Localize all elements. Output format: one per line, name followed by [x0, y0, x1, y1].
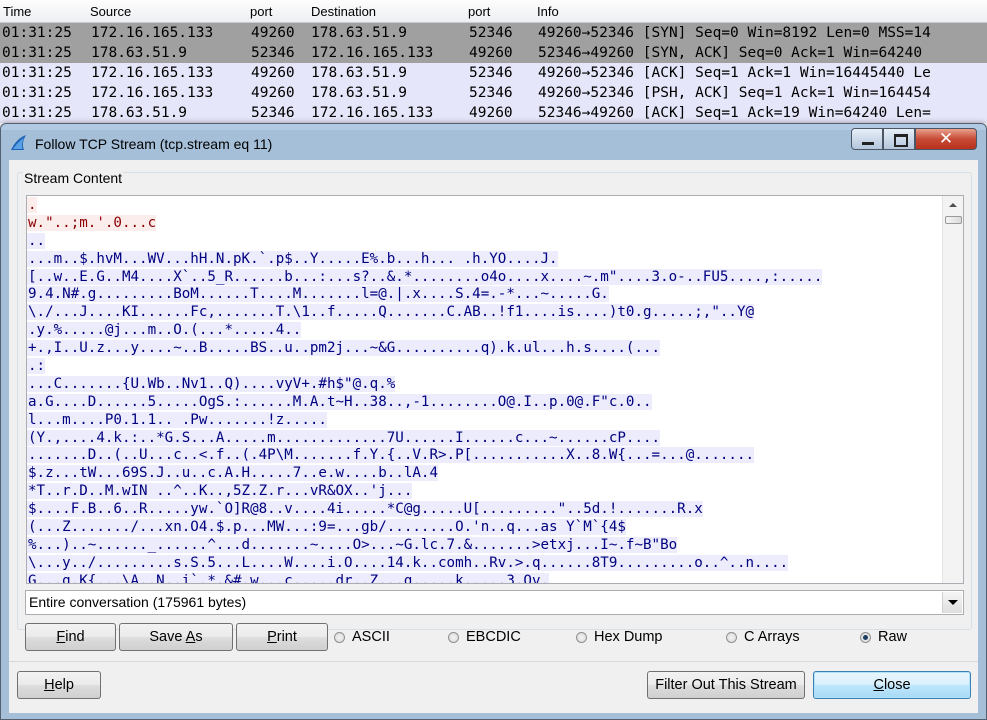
column-destination[interactable]: Destination: [311, 4, 376, 19]
column-destination-port[interactable]: port: [468, 4, 490, 19]
packet-destination-port: 49260: [469, 45, 513, 61]
stream-line-client: w."..;m.'.0...c: [27, 214, 157, 231]
packet-info: 49260→52346 [SYN] Seq=0 Win=8192 Len=0 M…: [538, 25, 931, 41]
packet-destination: 178.63.51.9: [311, 25, 408, 41]
packet-source-port: 49260: [251, 65, 295, 81]
column-source[interactable]: Source: [90, 4, 131, 19]
packet-destination: 172.16.165.133: [311, 105, 434, 121]
packet-destination-port: 52346: [469, 85, 513, 101]
radio-circle[interactable]: [576, 632, 587, 643]
stream-line-server: a.G....D......5.....OgS.:......M.A.t~H..…: [27, 393, 652, 410]
packet-row[interactable]: 01:31:25 178.63.51.9 52346 172.16.165.133 49…: [0, 43, 987, 63]
dropdown-arrow-icon[interactable]: [942, 592, 962, 613]
save-as-button[interactable]: Save As: [119, 623, 233, 651]
packet-source-port: 52346: [251, 45, 295, 61]
packet-info: 49260→52346 [ACK] Seq=1 Ack=1 Win=164454…: [538, 65, 931, 81]
scroll-up-arrow-icon[interactable]: [943, 196, 963, 214]
dialog-client-area: Stream Content . w."..;m.'.0...c.. ...m..$…: [9, 160, 978, 713]
stream-line-server: %...)..~......_......^...d.......~....O>…: [27, 536, 678, 553]
stream-line-client: .: [27, 197, 37, 213]
packet-destination-port: 49260: [469, 105, 513, 121]
packet-source-port: 49260: [251, 25, 295, 41]
stream-line-server: \./...J....KI......Fc,.......T.\1..f....…: [27, 304, 755, 321]
packet-destination-port: 52346: [469, 65, 513, 81]
stream-line-server: l...m....P0.1.1.. .Pw.......!z.....: [27, 411, 327, 428]
filter-out-stream-button[interactable]: Filter Out This Stream: [647, 671, 805, 699]
stream-line-server: *T..r.D..M.wIN ..^..K..,5Z.Z.r...vR&OX..…: [27, 483, 413, 500]
conversation-select-value: Entire conversation (175961 bytes): [29, 594, 247, 610]
packet-source-port: 49260: [251, 85, 295, 101]
close-button[interactable]: Close: [813, 671, 971, 699]
packet-list: Time Source port Destination port Info 0…: [0, 0, 987, 130]
packet-time: 01:31:25: [2, 85, 72, 101]
packet-row[interactable]: 01:31:25 172.16.165.133 49260 178.63.51.9 52…: [0, 23, 987, 43]
packet-list-header: Time Source port Destination port Info: [0, 0, 987, 23]
column-source-port[interactable]: port: [250, 4, 272, 19]
radio-circle[interactable]: [726, 632, 737, 643]
packet-row[interactable]: 01:31:25 172.16.165.133 49260 178.63.51.9 52…: [0, 83, 987, 103]
stream-line-server: ...m..$.hvM...WV...hH.N.pK.`.p$..Y.....E…: [27, 250, 558, 267]
stream-line-server: +.,I..U.z...y....~..B.....BS..u..pm2j...…: [27, 340, 661, 357]
stream-content-text[interactable]: . w."..;m.'.0...c.. ...m..$.hvM...WV...hH.…: [26, 195, 964, 584]
packet-time: 01:31:25: [2, 65, 72, 81]
stream-line-server: ..: [27, 232, 46, 249]
stream-line-server: \...y../.........s.S.5...L....W....i.O..…: [27, 554, 789, 571]
packet-destination: 178.63.51.9: [311, 65, 408, 81]
title-bar[interactable]: Follow TCP Stream (tcp.stream eq 11) ✕: [1, 124, 986, 160]
column-info[interactable]: Info: [537, 4, 559, 19]
radio-circle[interactable]: [334, 632, 345, 643]
packet-destination-port: 52346: [469, 25, 513, 41]
packet-destination: 178.63.51.9: [311, 85, 408, 101]
find-button[interactable]: Find: [25, 623, 116, 651]
packet-row[interactable]: 01:31:25 172.16.165.133 49260 178.63.51.9 52…: [0, 63, 987, 83]
vertical-scrollbar[interactable]: [942, 196, 963, 583]
stream-line-server: .......D..(..U...c..<.f..(.4P\M.......f.…: [27, 447, 755, 464]
packet-source: 172.16.165.133: [91, 65, 214, 81]
packet-time: 01:31:25: [2, 25, 72, 41]
packet-info: 52346→49260 [SYN, ACK] Seq=0 Ack=1 Win=6…: [538, 45, 923, 61]
packet-time: 01:31:25: [2, 105, 72, 121]
packet-source: 172.16.165.133: [91, 25, 214, 41]
stream-line-server: [..w..E.G..M4....X`..5_R......b...:...s?…: [27, 268, 823, 285]
dialog-title: Follow TCP Stream (tcp.stream eq 11): [35, 136, 273, 152]
stream-line-server: (...Z......./...xn.O4.$.p...MW...:9=...g…: [27, 519, 626, 536]
stream-line-server: G...g.K{...\A..N..i`.*.&#.w...c.....dr..…: [27, 572, 941, 583]
packet-source: 178.63.51.9: [91, 105, 188, 121]
radio-circle[interactable]: [448, 632, 459, 643]
packet-time: 01:31:25: [2, 45, 72, 61]
column-time[interactable]: Time: [3, 4, 31, 19]
conversation-select[interactable]: Entire conversation (175961 bytes): [25, 590, 964, 615]
print-button[interactable]: Print: [236, 623, 328, 651]
help-button[interactable]: Help: [17, 671, 101, 699]
packet-info: 52346→49260 [ACK] Seq=1 Ack=19 Win=64240…: [538, 105, 931, 121]
packet-source: 178.63.51.9: [91, 45, 188, 61]
packet-source-port: 52346: [251, 105, 295, 121]
scrollbar-thumb[interactable]: [945, 216, 962, 224]
maximize-button[interactable]: [883, 128, 915, 150]
separator: [9, 661, 978, 662]
window-close-button[interactable]: ✕: [915, 128, 977, 150]
stream-content-label: Stream Content: [23, 170, 124, 186]
follow-tcp-stream-dialog: Follow TCP Stream (tcp.stream eq 11) ✕ S…: [0, 123, 987, 720]
stream-line-server: ...C.......{U.Wb..Nv1..Q)....vyV+.#h$"@.…: [27, 375, 396, 392]
stream-line-server: (Y.,....4.k.:..*G.S...A.....m...........…: [27, 429, 661, 446]
stream-line-server: .:: [27, 358, 46, 375]
packet-source: 172.16.165.133: [91, 85, 214, 101]
wireshark-fin-icon: [11, 135, 26, 150]
stream-line-server: $.z...tW...69S.J..u..c.A.H.....7..e.w...…: [27, 465, 438, 482]
packet-info: 49260→52346 [PSH, ACK] Seq=1 Ack=1 Win=1…: [538, 85, 931, 101]
packet-row[interactable]: 01:31:25 178.63.51.9 52346 172.16.165.133 49…: [0, 103, 987, 123]
stream-line-server: .y.%.....@j...m..O.(...*.....4..: [27, 322, 302, 339]
minimize-button[interactable]: [851, 128, 883, 150]
stream-line-server: 9.4.N#.g.........BoM......T....M.......l…: [27, 286, 609, 303]
packet-destination: 172.16.165.133: [311, 45, 434, 61]
radio-circle[interactable]: [860, 632, 871, 643]
stream-line-server: $....F.B..6..R.....yw.`O]R@8..v....4i...…: [27, 501, 703, 518]
close-icon: ✕: [938, 129, 954, 149]
